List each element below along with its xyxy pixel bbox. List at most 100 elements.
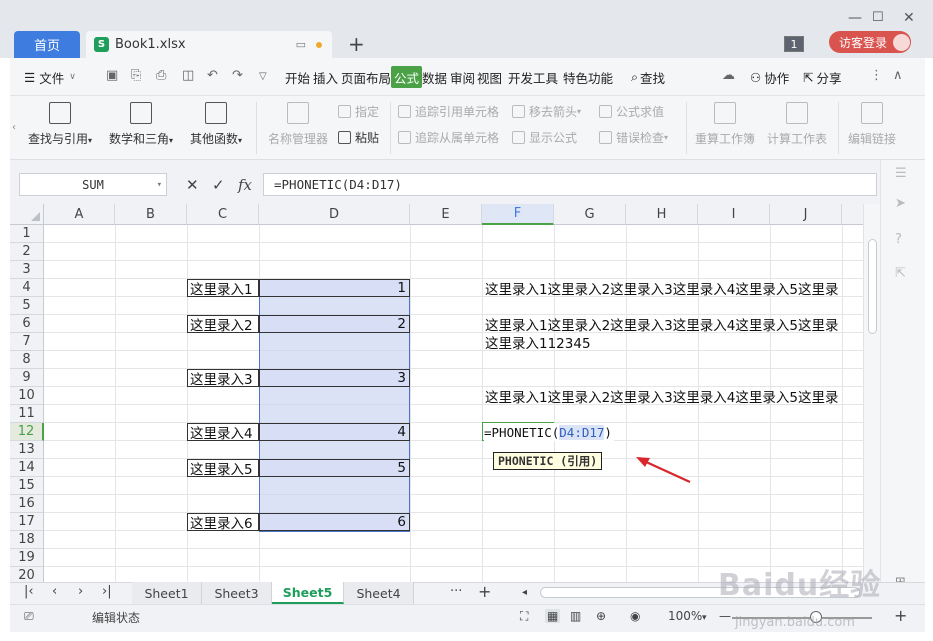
confirm-formula-icon[interactable]: ✓ xyxy=(212,176,225,194)
last-sheet-icon[interactable]: ›| xyxy=(102,584,112,599)
zoom-in-icon[interactable]: + xyxy=(894,606,907,625)
error-check-button[interactable]: 错误检查 ▾ xyxy=(599,129,668,146)
cloud-icon[interactable]: ☁ xyxy=(722,68,735,83)
menu-file[interactable]: ☰ 文件 ∨ xyxy=(24,66,76,88)
column-header-f[interactable]: F xyxy=(482,204,554,225)
print-preview-icon[interactable]: ◫ xyxy=(182,68,194,83)
column-header-a[interactable]: A xyxy=(44,204,115,225)
menu-insert[interactable]: 插入 xyxy=(313,66,338,88)
cell-d17[interactable]: 6 xyxy=(259,513,410,531)
column-header-d[interactable]: D xyxy=(259,204,410,225)
cell-f4[interactable]: 这里录入1这里录入2这里录入3这里录入4这里录入5这里录 xyxy=(485,279,838,298)
save-icon[interactable]: ▣ xyxy=(106,68,118,83)
cell-d14[interactable]: 5 xyxy=(259,459,410,477)
menu-view[interactable]: 视图 xyxy=(477,66,502,88)
column-header-e[interactable]: E xyxy=(410,204,482,225)
menu-search[interactable]: ⌕ 查找 xyxy=(631,66,665,88)
print-icon[interactable]: ⎙ xyxy=(156,68,166,83)
tab-book1[interactable]: S Book1.xlsx ▭ xyxy=(86,31,332,58)
cell-c4[interactable]: 这里录入1 xyxy=(187,279,259,298)
cell-f12-editor[interactable]: =PHONETIC( D4:D17 ) xyxy=(484,423,614,441)
evaluate-formula-button[interactable]: 公式求值 xyxy=(599,103,664,120)
vertical-scrollbar[interactable] xyxy=(863,204,880,582)
column-header-h[interactable]: H xyxy=(626,204,698,225)
calc-sheet-button[interactable]: 计算工作表 xyxy=(764,102,830,147)
cell-c12[interactable]: 这里录入4 xyxy=(187,423,259,442)
column-header-j[interactable]: J xyxy=(770,204,842,225)
menu-page-layout[interactable]: 页面布局 xyxy=(341,66,391,88)
next-sheet-icon[interactable]: › xyxy=(78,584,83,599)
cell-f7[interactable]: 这里录入112345 xyxy=(485,333,591,352)
name-manager-button[interactable]: 名称管理器 xyxy=(264,102,332,147)
chevron-down-icon[interactable]: ▾ xyxy=(157,180,162,190)
select-all-corner[interactable] xyxy=(10,204,44,225)
cell-d4[interactable]: 1 xyxy=(259,279,410,297)
insert-function-icon[interactable]: fx xyxy=(238,176,252,194)
tab-home[interactable]: 首页 xyxy=(14,31,80,58)
more-sheets-button[interactable]: ··· xyxy=(450,584,462,599)
row-header-7[interactable]: 7 xyxy=(10,333,44,351)
row-header-10[interactable]: 10 xyxy=(10,387,44,405)
macro-record-icon[interactable]: ⎚ xyxy=(24,609,34,624)
row-header-5[interactable]: 5 xyxy=(10,297,44,315)
ribbon-scroll-left-icon[interactable]: ‹ xyxy=(12,122,16,133)
assign-button[interactable]: 指定 xyxy=(338,103,379,120)
page-layout-view-icon[interactable]: ▥ xyxy=(570,609,581,623)
row-header-19[interactable]: 19 xyxy=(10,549,44,567)
row-header-14[interactable]: 14 xyxy=(10,459,44,477)
row-header-20[interactable]: 20 xyxy=(10,567,44,582)
math-trig-button[interactable]: 数学和三角▾ xyxy=(104,102,178,147)
remove-arrows-button[interactable]: 移去箭头 ▾ xyxy=(512,103,581,120)
minimize-icon[interactable]: — xyxy=(848,10,862,26)
eye-protection-icon[interactable]: ◉ xyxy=(630,609,640,623)
menu-review[interactable]: 审阅 xyxy=(450,66,475,88)
normal-view-icon[interactable]: ▦ xyxy=(545,609,561,623)
share-panel-icon[interactable]: ⇱ xyxy=(895,266,906,281)
menu-home[interactable]: 开始 xyxy=(285,66,310,88)
cell-d6[interactable]: 2 xyxy=(259,315,410,333)
zoom-dropdown-icon[interactable]: ▾ xyxy=(702,613,707,623)
menu-special[interactable]: 特色功能 xyxy=(563,66,613,88)
cell-c6[interactable]: 这里录入2 xyxy=(187,315,259,334)
name-box[interactable]: SUM ▾ xyxy=(19,173,167,196)
first-sheet-icon[interactable]: |‹ xyxy=(24,584,34,599)
zoom-out-icon[interactable]: — xyxy=(719,609,731,623)
collab-button[interactable]: ⚇ 协作 xyxy=(750,66,789,88)
column-header-b[interactable]: B xyxy=(115,204,187,225)
other-functions-button[interactable]: 其他函数▾ xyxy=(184,102,248,147)
redo-icon[interactable]: ↷ xyxy=(232,68,243,83)
column-header-c[interactable]: C xyxy=(187,204,259,225)
new-tab-plus-icon[interactable]: + xyxy=(348,32,365,56)
formula-input[interactable]: =PHONETIC(D4:D17) xyxy=(263,173,877,196)
row-header-1[interactable]: 1 xyxy=(10,225,44,243)
row-header-12[interactable]: 12 xyxy=(10,423,44,441)
add-sheet-button[interactable]: + xyxy=(478,582,491,601)
guest-login-button[interactable]: 访客登录 xyxy=(829,31,911,53)
show-formulas-button[interactable]: 显示公式 xyxy=(512,129,577,146)
maximize-icon[interactable]: ☐ xyxy=(872,10,884,25)
menu-developer[interactable]: 开发工具 xyxy=(508,66,558,88)
export-pdf-icon[interactable]: ⎘ xyxy=(131,68,141,83)
row-header-17[interactable]: 17 xyxy=(10,513,44,531)
cell-f6[interactable]: 这里录入1这里录入2这里录入3这里录入4这里录入5这里录 xyxy=(485,315,838,334)
trace-dependents-button[interactable]: 追踪从属单元格 xyxy=(398,129,499,146)
cancel-formula-icon[interactable]: ✕ xyxy=(186,176,199,194)
column-header-k[interactable] xyxy=(842,204,863,225)
row-header-18[interactable]: 18 xyxy=(10,531,44,549)
scroll-left-icon[interactable]: ◂ xyxy=(522,587,527,598)
row-header-3[interactable]: 3 xyxy=(10,261,44,279)
quick-access-dropdown-icon[interactable]: ▽ xyxy=(259,71,267,82)
window-count-badge[interactable]: 1 xyxy=(784,36,804,52)
spreadsheet-grid[interactable]: A B C D E F G H I J 1 2 3 4 5 6 7 8 9 10… xyxy=(10,204,863,582)
row-header-4[interactable]: 4 xyxy=(10,279,44,297)
row-header-11[interactable]: 11 xyxy=(10,405,44,423)
cell-f10[interactable]: 这里录入1这里录入2这里录入3这里录入4这里录入5这里录 xyxy=(485,387,838,406)
trace-precedents-button[interactable]: 追踪引用单元格 xyxy=(398,103,499,120)
menu-formulas[interactable]: 公式 xyxy=(391,66,423,88)
sidebar-collapse-icon[interactable]: ☰ xyxy=(895,166,907,181)
column-header-i[interactable]: I xyxy=(698,204,770,225)
cell-c9[interactable]: 这里录入3 xyxy=(187,369,259,388)
close-icon[interactable]: ✕ xyxy=(903,10,915,26)
cell-d9[interactable]: 3 xyxy=(259,369,410,387)
row-header-2[interactable]: 2 xyxy=(10,243,44,261)
